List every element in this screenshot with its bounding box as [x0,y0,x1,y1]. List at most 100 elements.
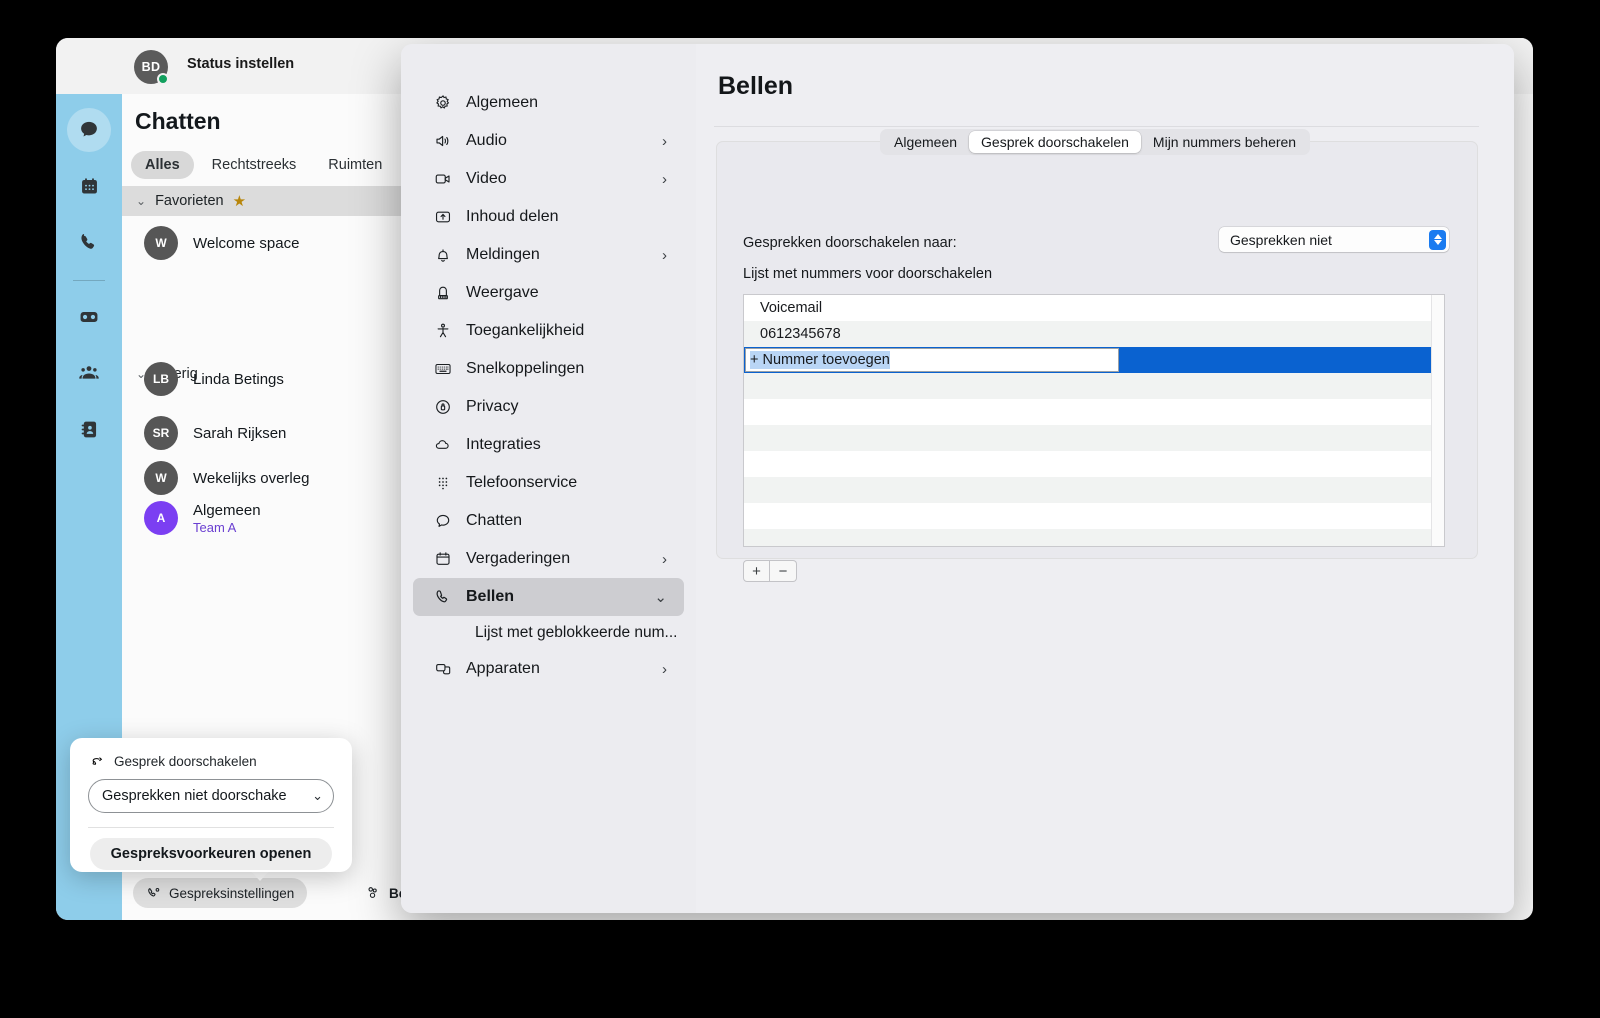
table-row[interactable] [744,373,1444,399]
tab-algemeen[interactable]: Algemeen [882,131,969,153]
settings-nav-item-weergave[interactable]: Weergave [413,274,684,312]
rail-item-chat[interactable] [67,108,111,152]
table-row[interactable]: Voicemail [744,295,1444,321]
settings-nav-subitem-blocked-numbers[interactable]: Lijst met geblokkeerde num... [413,616,684,650]
page-title-chat: Chatten [135,108,221,134]
appearance-icon [433,284,453,302]
share-screen-icon [433,208,453,226]
settings-nav-item-privacy[interactable]: Privacy [413,388,684,426]
settings-nav-label: Bellen [466,588,515,605]
avatar: W [144,226,178,260]
settings-nav-label: Chatten [466,512,523,529]
chevron-right-icon: › [662,170,667,188]
settings-nav-item-telefoonservice[interactable]: Telefoonservice [413,464,684,502]
devices-icon [433,660,453,678]
open-call-preferences-button[interactable]: Gespreksvoorkeuren openen [90,838,332,870]
chat-tab-alles[interactable]: Alles [131,151,194,179]
call-forward-select[interactable]: Gesprekken niet doorschake ⌄ [88,779,334,813]
table-row[interactable] [744,451,1444,477]
settings-window: Algemeen Audio › Video › Inhoud delen Me… [401,44,1514,913]
calendar-icon [81,177,97,193]
availability-people-icon [368,887,377,898]
table-row-editing[interactable]: + Nummer toevoegen [744,347,1444,373]
list-item-text: Wekelijks overleg [193,470,309,487]
tab-mijn-nummers-beheren[interactable]: Mijn nummers beheren [1141,131,1308,153]
settings-nav-item-meldingen[interactable]: Meldingen › [413,236,684,274]
settings-nav-item-algemeen[interactable]: Algemeen [413,84,684,122]
list-item-name: Sarah Rijksen [193,424,287,442]
list-item-name: Welcome space [193,234,300,252]
settings-nav-item-chatten[interactable]: Chatten [413,502,684,540]
list-item-name: Algemeen [193,501,261,519]
chat-bubble-icon [433,512,453,530]
settings-nav-label: Snelkoppelingen [466,360,585,377]
settings-nav-item-video[interactable]: Video › [413,160,684,198]
settings-nav-item-apparaten[interactable]: Apparaten › [413,650,684,688]
call-settings-label: Gespreksinstellingen [169,885,295,901]
forward-calls-select[interactable]: Gesprekken niet [1219,227,1449,252]
rail-item-teams[interactable] [67,351,111,395]
list-item-text: Linda Betings [193,371,284,388]
call-forward-popover: Gesprek doorschakelen Gesprekken niet do… [70,738,352,872]
table-row[interactable] [744,477,1444,503]
settings-nav-item-integraties[interactable]: Integraties [413,426,684,464]
page-title: Bellen [718,72,794,100]
avatar: W [144,461,178,495]
forward-numbers-listbox[interactable]: Voicemail 0612345678 + Nummer toevoegen [743,294,1445,547]
settings-nav-label: Integraties [466,436,541,453]
stepper-icon[interactable] [1429,229,1446,250]
settings-nav-label: Meldingen [466,246,540,263]
settings-nav-item-bellen[interactable]: Bellen ⌄ [413,578,684,616]
settings-nav-label: Algemeen [466,94,539,111]
avatar[interactable]: BD [134,50,169,85]
tab-gesprek-doorschakelen[interactable]: Gesprek doorschakelen [969,131,1141,153]
table-row[interactable] [744,529,1444,546]
avatar: SR [144,416,178,450]
settings-nav-item-snelkoppelingen[interactable]: Snelkoppelingen [413,350,684,388]
new-number-input[interactable]: + Nummer toevoegen [745,348,1119,372]
chevron-down-icon: ⌄ [312,788,323,803]
rail-item-calls[interactable] [67,220,111,264]
accessibility-icon [433,322,453,340]
chevron-right-icon: › [662,132,667,150]
chat-tab-rechtstreeks[interactable]: Rechtstreeks [198,151,311,179]
rail-item-voicemail[interactable] [67,295,111,339]
chevron-right-icon: › [662,660,667,678]
table-row[interactable] [744,425,1444,451]
rail-item-contacts[interactable] [67,407,111,451]
chevron-up-icon [1433,234,1442,239]
settings-nav-item-inhoud-delen[interactable]: Inhoud delen [413,198,684,236]
remove-number-button[interactable]: − [770,560,797,582]
settings-nav-item-audio[interactable]: Audio › [413,122,684,160]
list-item-subtitle: Team A [193,519,237,535]
set-status-button[interactable]: Status instellen [187,56,294,72]
chevron-right-icon: › [662,550,667,568]
table-row[interactable] [744,399,1444,425]
gear-icon [433,94,453,112]
settings-nav-label: Telefoonservice [466,474,578,491]
presence-dot-available [157,73,169,85]
chat-tab-ruimten[interactable]: Ruimten [314,151,396,179]
dialpad-icon [433,474,453,492]
lock-icon [433,398,453,416]
list-scrollbar[interactable] [1431,295,1444,546]
cloud-icon [433,436,453,454]
popover-header: Gesprek doorschakelen [70,738,352,769]
settings-nav-item-toegankelijkheid[interactable]: Toegankelijkheid [413,312,684,350]
phone-icon [433,588,453,606]
list-item-name: Linda Betings [193,370,284,388]
add-number-button[interactable]: + [743,560,770,582]
list-item-text: Sarah Rijksen [193,425,286,442]
forward-calls-select-value: Gesprekken niet [1230,231,1332,248]
list-add-remove-group: + − [743,560,797,582]
calendar-icon [433,550,453,568]
table-row[interactable] [744,503,1444,529]
rail-item-calendar[interactable] [67,164,111,208]
settings-nav-item-vergaderingen[interactable]: Vergaderingen › [413,540,684,578]
avatar: A [144,501,178,535]
call-settings-button[interactable]: Gespreksinstellingen [133,878,308,908]
chat-filter-tabs: Alles Rechtstreeks Ruimten [131,151,396,179]
chevron-down-icon: ⌄ [136,194,147,208]
table-row[interactable]: 0612345678 [744,321,1444,347]
voicemail-icon [80,311,98,323]
